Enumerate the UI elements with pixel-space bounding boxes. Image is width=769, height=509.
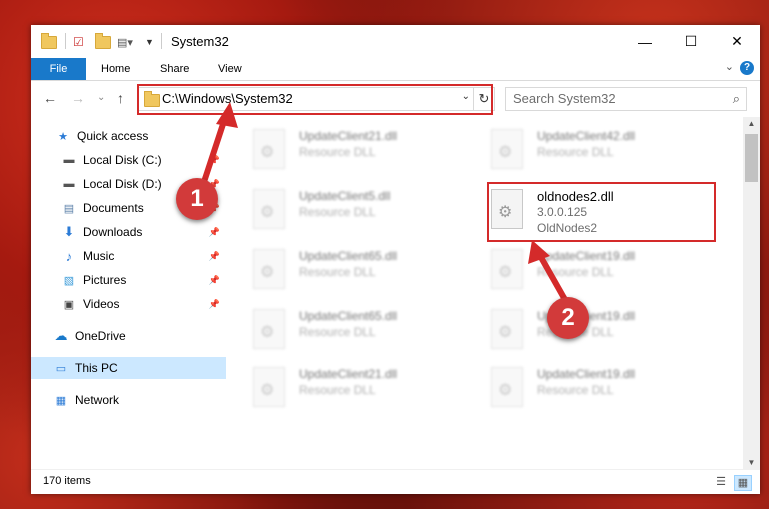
arrow-2-head — [528, 240, 550, 264]
annotation-badge-2: 2 — [547, 297, 589, 339]
arrow-1-line — [199, 114, 229, 189]
annotation-badge-1: 1 — [176, 178, 218, 220]
arrow-1-head — [216, 102, 238, 128]
annotation-arrows — [199, 102, 571, 307]
